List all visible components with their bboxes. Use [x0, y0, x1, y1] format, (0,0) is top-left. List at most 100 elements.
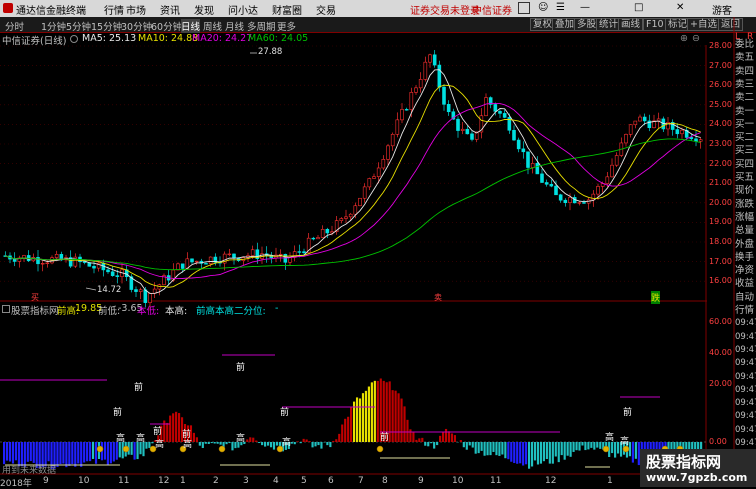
date-tick: 3 [243, 476, 249, 486]
indicator-bar [86, 442, 88, 461]
indicator-bar [317, 442, 319, 445]
indicator-bar [555, 442, 557, 456]
coin-icon [603, 446, 609, 452]
candle [209, 257, 212, 264]
indicator-bar [9, 442, 11, 462]
indicator-tick: 60.00 [709, 317, 732, 326]
indicator-bar [306, 439, 308, 442]
indicator-bar [65, 442, 67, 467]
indicator-bar [540, 442, 542, 464]
indicator-bar [12, 442, 14, 464]
indicator-bar [439, 436, 441, 442]
indicator-bar [68, 442, 70, 466]
indicator-bar [460, 440, 462, 442]
candle [503, 113, 506, 117]
indicator-bar [89, 442, 91, 461]
indicator-bar [581, 442, 583, 446]
price-tick: 24.00 [709, 119, 732, 128]
date-tick: 2018年 [0, 476, 32, 489]
candle [639, 117, 642, 121]
indicator-bar [329, 442, 331, 447]
indicator-bar [113, 442, 115, 461]
indicator-bar [30, 442, 32, 461]
candle [550, 184, 553, 186]
date-tick: 11 [118, 476, 129, 486]
price-tick: 20.00 [709, 198, 732, 207]
panel-field: 09:47 [735, 331, 756, 344]
indicator-bar [424, 442, 426, 446]
indicator-bar [495, 442, 497, 455]
candle [83, 262, 86, 263]
price-tick: 19.00 [709, 217, 732, 226]
indicator-bar [119, 442, 121, 457]
indicator-bar [116, 442, 118, 460]
indicator-bar [510, 442, 512, 462]
ma60-line [5, 139, 700, 270]
date-tick: 9 [418, 476, 424, 486]
quantile-value: - [275, 303, 278, 314]
candle [541, 174, 544, 183]
price-tick: 17.00 [709, 257, 732, 266]
candle [657, 119, 660, 121]
indicator-bar [472, 442, 474, 448]
indicator-bar [549, 442, 551, 464]
candle [345, 217, 348, 219]
future-data-note: 用到未来数据 [2, 463, 56, 476]
indicator-bar [131, 442, 133, 455]
candle [466, 129, 469, 134]
candle [433, 55, 436, 65]
indicator-bar [469, 442, 471, 445]
indicator-bar [311, 442, 313, 447]
indicator-mark: 高 [282, 435, 291, 448]
panel-field: 卖三 [735, 78, 756, 91]
indicator-bar [463, 442, 465, 447]
indicator-bar [534, 442, 536, 460]
indicator-bar [614, 442, 616, 458]
candle [37, 257, 40, 263]
candle [195, 261, 198, 262]
this-high-label: 本高: [165, 303, 187, 317]
panel-field: 09:47 [735, 357, 756, 370]
candle [513, 130, 516, 140]
candle [461, 129, 464, 130]
indicator-bar [507, 442, 509, 459]
candle [578, 203, 581, 204]
indicator-bar [430, 442, 432, 443]
candle [517, 140, 520, 149]
indicator-settings-icon[interactable] [2, 305, 10, 313]
indicator-bar [593, 442, 595, 450]
price-tick: 23.00 [709, 139, 732, 148]
candle [545, 182, 548, 184]
price-tick: 16.00 [709, 276, 732, 285]
candle [531, 163, 534, 167]
indicator-mark: 前 [280, 405, 289, 418]
indicator-bar [134, 442, 136, 460]
indicator-bar [531, 442, 533, 466]
indicator-bar [205, 442, 207, 444]
indicator-bar [136, 442, 138, 459]
indicator-bar [258, 442, 260, 443]
indicator-bar [77, 442, 79, 463]
panel-field: 自动 [735, 291, 756, 304]
date-tick: 12 [545, 476, 556, 486]
indicator-bar [33, 442, 35, 463]
coin-icon [377, 446, 383, 452]
candle [676, 130, 679, 134]
candle [135, 290, 138, 292]
indicator-bar [599, 442, 601, 449]
candle [382, 159, 385, 168]
candle [522, 149, 525, 152]
candle [158, 285, 161, 289]
candle [13, 259, 16, 261]
price-tick: 22.00 [709, 159, 732, 168]
candle [690, 137, 693, 138]
candle [312, 238, 315, 239]
candle [144, 290, 147, 303]
candle [429, 55, 432, 62]
price-tick: 25.00 [709, 100, 732, 109]
indicator-bar [392, 390, 394, 442]
this-low-label: 本低: [137, 303, 159, 317]
indicator-bar [377, 381, 379, 442]
candle [387, 146, 390, 160]
indicator-bar [297, 441, 299, 442]
